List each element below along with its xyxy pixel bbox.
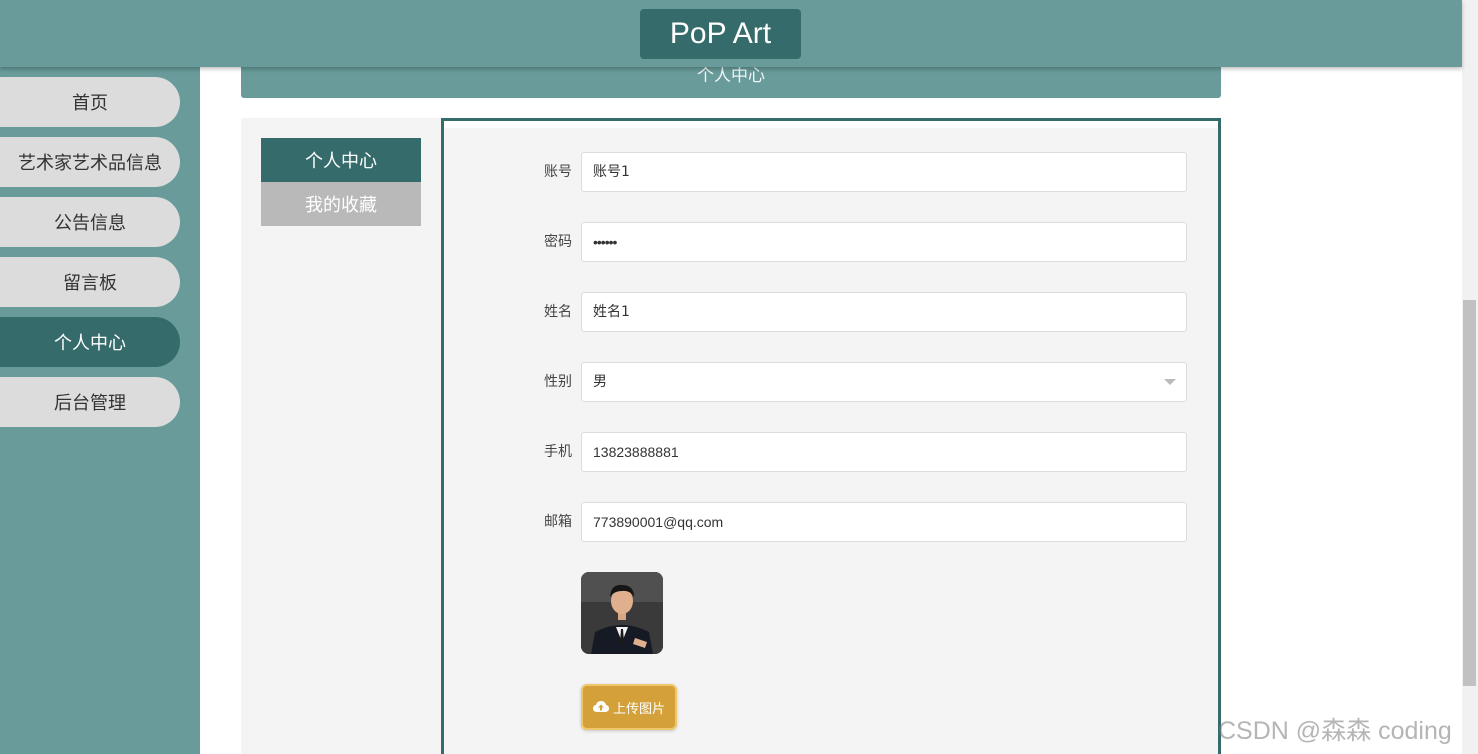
sidebar-item-label: 首页 <box>72 93 108 114</box>
sidebar-item-personal-center[interactable]: 个人中心 <box>0 317 180 367</box>
name-label: 姓名 <box>544 304 572 320</box>
avatar-photo <box>581 572 663 654</box>
watermark: CSDN @森森 coding <box>1218 717 1452 745</box>
form-row-account: 账号 账号1 <box>444 152 1218 192</box>
subnav-item-favorites[interactable]: 我的收藏 <box>261 182 421 226</box>
account-label: 账号 <box>544 164 572 180</box>
gender-selected-value: 男 <box>593 374 607 390</box>
upload-image-button[interactable]: 上传图片 <box>581 684 677 730</box>
sidebar-item-announcements[interactable]: 公告信息 <box>0 197 180 247</box>
password-label: 密码 <box>544 234 572 250</box>
form-row-phone: 手机 13823888881 <box>444 432 1218 472</box>
form-row-email: 邮箱 773890001@qq.com <box>444 502 1218 542</box>
site-logo[interactable]: PoP Art <box>640 9 801 59</box>
form-row-gender: 性别 男 <box>444 362 1218 402</box>
sidebar-item-artist-artworks[interactable]: 艺术家艺术品信息 <box>0 137 180 187</box>
phone-label: 手机 <box>544 444 572 460</box>
site-logo-text: PoP Art <box>669 17 772 50</box>
email-input[interactable]: 773890001@qq.com <box>581 502 1187 542</box>
form-row-password: 密码 •••••• <box>444 222 1218 262</box>
sidebar-item-home[interactable]: 首页 <box>0 77 180 127</box>
personal-subnav: 个人中心 我的收藏 <box>261 138 421 226</box>
sidebar-item-label: 后台管理 <box>54 393 126 414</box>
gender-select[interactable]: 男 <box>581 362 1187 402</box>
subnav-item-label: 我的收藏 <box>305 195 377 216</box>
cloud-upload-icon <box>592 701 609 712</box>
account-input[interactable]: 账号1 <box>581 152 1187 192</box>
sidebar-item-label: 公告信息 <box>54 213 126 234</box>
subnav-item-label: 个人中心 <box>305 151 377 172</box>
sidebar-item-label: 个人中心 <box>54 333 126 354</box>
scrollbar-thumb[interactable] <box>1463 300 1476 686</box>
sidebar-item-admin[interactable]: 后台管理 <box>0 377 180 427</box>
name-input[interactable]: 姓名1 <box>581 292 1187 332</box>
email-label: 邮箱 <box>544 514 572 530</box>
sidebar-item-label: 留言板 <box>63 273 117 294</box>
upload-button-label: 上传图片 <box>612 701 665 717</box>
sidebar-nav: 首页 艺术家艺术品信息 公告信息 留言板 个人中心 后台管理 <box>0 77 180 437</box>
subnav-item-personal-center[interactable]: 个人中心 <box>261 138 421 182</box>
sidebar-item-label: 艺术家艺术品信息 <box>18 153 162 174</box>
avatar <box>581 572 663 654</box>
profile-form: 账号 账号1 密码 •••••• 姓名 姓名1 性别 男 手机 13823888… <box>441 118 1221 754</box>
chevron-down-icon <box>1164 379 1176 385</box>
form-row-name: 姓名 姓名1 <box>444 292 1218 332</box>
top-header: PoP Art <box>0 0 1462 67</box>
password-input[interactable]: •••••• <box>581 222 1187 262</box>
gender-label: 性别 <box>544 374 572 390</box>
sidebar-item-message-board[interactable]: 留言板 <box>0 257 180 307</box>
phone-input[interactable]: 13823888881 <box>581 432 1187 472</box>
